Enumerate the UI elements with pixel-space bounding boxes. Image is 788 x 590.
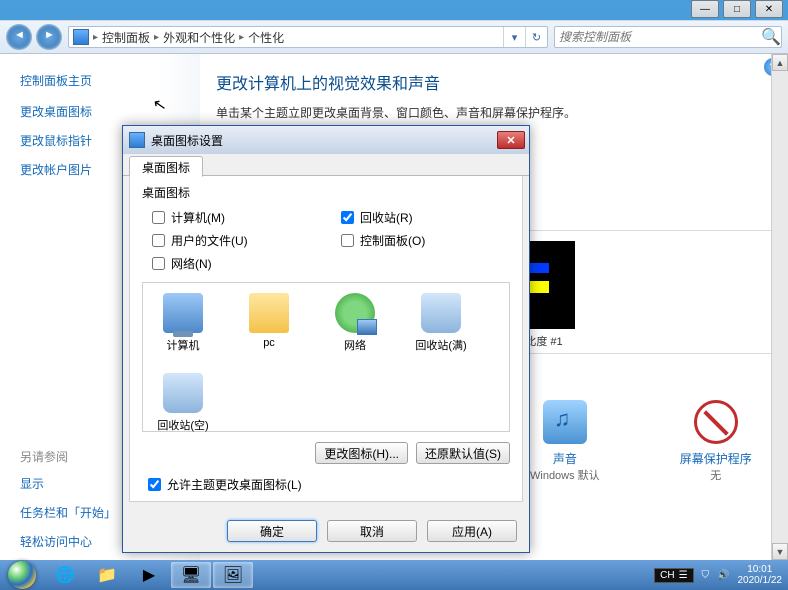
dialog-close-button[interactable]: ✕: [497, 131, 525, 149]
breadcrumb[interactable]: 控制面板: [98, 29, 154, 46]
scroll-track[interactable]: [772, 71, 788, 543]
taskbar-app-active[interactable]: 🖥: [171, 562, 211, 588]
dialog-titlebar[interactable]: 桌面图标设置 ✕: [123, 126, 529, 154]
clock-date: 2020/1/22: [738, 575, 783, 586]
minimize-button[interactable]: —: [691, 0, 719, 18]
sound-icon: [543, 400, 587, 444]
search-icon[interactable]: 🔍: [761, 27, 781, 47]
sound-link[interactable]: 声音: [530, 450, 600, 467]
address-bar: ▸ 控制面板 ▸ 外观和个性化 ▸ 个性化 ▾ ↻ 🔍: [0, 20, 788, 54]
nav-back-button[interactable]: [6, 24, 32, 50]
checkbox-computer[interactable]: 计算机(M): [152, 209, 321, 226]
windows-orb-icon: [8, 561, 36, 589]
taskbar-ie-icon[interactable]: 🌐: [45, 562, 85, 588]
taskbar-media-icon[interactable]: ▶: [129, 562, 169, 588]
recycle-bin-empty-icon: [163, 373, 203, 413]
checkbox-allow-theme[interactable]: 允许主题更改桌面图标(L): [148, 476, 510, 493]
icon-item-pc[interactable]: pc: [239, 293, 299, 353]
computer-icon: [163, 293, 203, 333]
tray-icon[interactable]: ⛉: [702, 570, 710, 581]
checkbox-recycle-bin[interactable]: 回收站(R): [341, 209, 510, 226]
page-title: 更改计算机上的视觉效果和声音: [216, 70, 768, 94]
taskbar-explorer-icon[interactable]: 📁: [87, 562, 127, 588]
taskbar-app-control-panel[interactable]: 🖼: [213, 562, 253, 588]
clock[interactable]: 10:01 2020/1/22: [738, 564, 783, 586]
page-description: 单击某个主题立即更改桌面背景、窗口颜色、声音和屏幕保护程序。: [216, 104, 768, 121]
vertical-scrollbar[interactable]: ▲ ▼: [771, 54, 788, 560]
icon-item-network[interactable]: 网络: [325, 293, 385, 353]
icon-item-recycle-full[interactable]: 回收站(满): [411, 293, 471, 353]
screensaver-settings[interactable]: 屏幕保护程序 无: [680, 400, 752, 483]
language-indicator[interactable]: CH☰: [654, 568, 693, 583]
screensaver-icon: [694, 400, 738, 444]
recycle-bin-full-icon: [421, 293, 461, 333]
ok-button[interactable]: 确定: [227, 520, 317, 542]
refresh-button[interactable]: ↻: [525, 27, 547, 47]
address-field[interactable]: ▸ 控制面板 ▸ 外观和个性化 ▸ 个性化 ▾ ↻: [68, 26, 548, 48]
start-button[interactable]: [0, 560, 44, 590]
maximize-button[interactable]: □: [723, 0, 751, 18]
breadcrumb[interactable]: 外观和个性化: [159, 29, 239, 46]
cancel-button[interactable]: 取消: [327, 520, 417, 542]
change-icon-button[interactable]: 更改图标(H)...: [315, 442, 408, 464]
checkbox-control-panel[interactable]: 控制面板(O): [341, 232, 510, 249]
apply-button[interactable]: 应用(A): [427, 520, 517, 542]
checkbox-user-files[interactable]: 用户的文件(U): [152, 232, 321, 249]
checkbox-network[interactable]: 网络(N): [152, 255, 321, 272]
screensaver-value: 无: [680, 467, 752, 483]
dropdown-button[interactable]: ▾: [503, 27, 525, 47]
icon-item-computer[interactable]: 计算机: [153, 293, 213, 353]
search-input[interactable]: [555, 30, 761, 44]
dialog-title: 桌面图标设置: [151, 132, 223, 149]
scroll-up-button[interactable]: ▲: [772, 54, 788, 71]
control-panel-icon: [73, 29, 89, 45]
nav-forward-button[interactable]: [36, 24, 62, 50]
icon-preview-list[interactable]: 计算机 pc 网络 回收站(满) 回收站(空): [142, 282, 510, 432]
scroll-down-button[interactable]: ▼: [772, 543, 788, 560]
system-tray[interactable]: CH☰ ⛉ 🔊 10:01 2020/1/22: [654, 564, 788, 586]
clock-time: 10:01: [738, 564, 783, 575]
taskbar[interactable]: 🌐 📁 ▶ 🖥 🖼 CH☰ ⛉ 🔊 10:01 2020/1/22: [0, 560, 788, 590]
volume-icon[interactable]: 🔊: [717, 570, 729, 581]
restore-default-button[interactable]: 还原默认值(S): [416, 442, 510, 464]
icon-item-recycle-empty[interactable]: 回收站(空): [153, 373, 213, 433]
search-box[interactable]: 🔍: [554, 26, 782, 48]
sound-settings[interactable]: 声音 Windows 默认: [530, 400, 600, 483]
sidebar-link-desktop-icons[interactable]: 更改桌面图标: [20, 103, 180, 120]
desktop-icon-settings-dialog: 桌面图标设置 ✕ 桌面图标 桌面图标 计算机(M) 回收站(R) 用户的文件(U…: [122, 125, 530, 553]
sound-value: Windows 默认: [530, 467, 600, 483]
sidebar-home[interactable]: 控制面板主页: [20, 72, 180, 89]
tab-desktop-icons[interactable]: 桌面图标: [129, 156, 203, 177]
group-label: 桌面图标: [142, 184, 510, 201]
network-icon: [335, 293, 375, 333]
close-button[interactable]: ✕: [755, 0, 783, 18]
screensaver-link[interactable]: 屏幕保护程序: [680, 450, 752, 467]
breadcrumb[interactable]: 个性化: [244, 29, 288, 46]
dialog-icon: [129, 132, 145, 148]
folder-icon: [249, 293, 289, 333]
